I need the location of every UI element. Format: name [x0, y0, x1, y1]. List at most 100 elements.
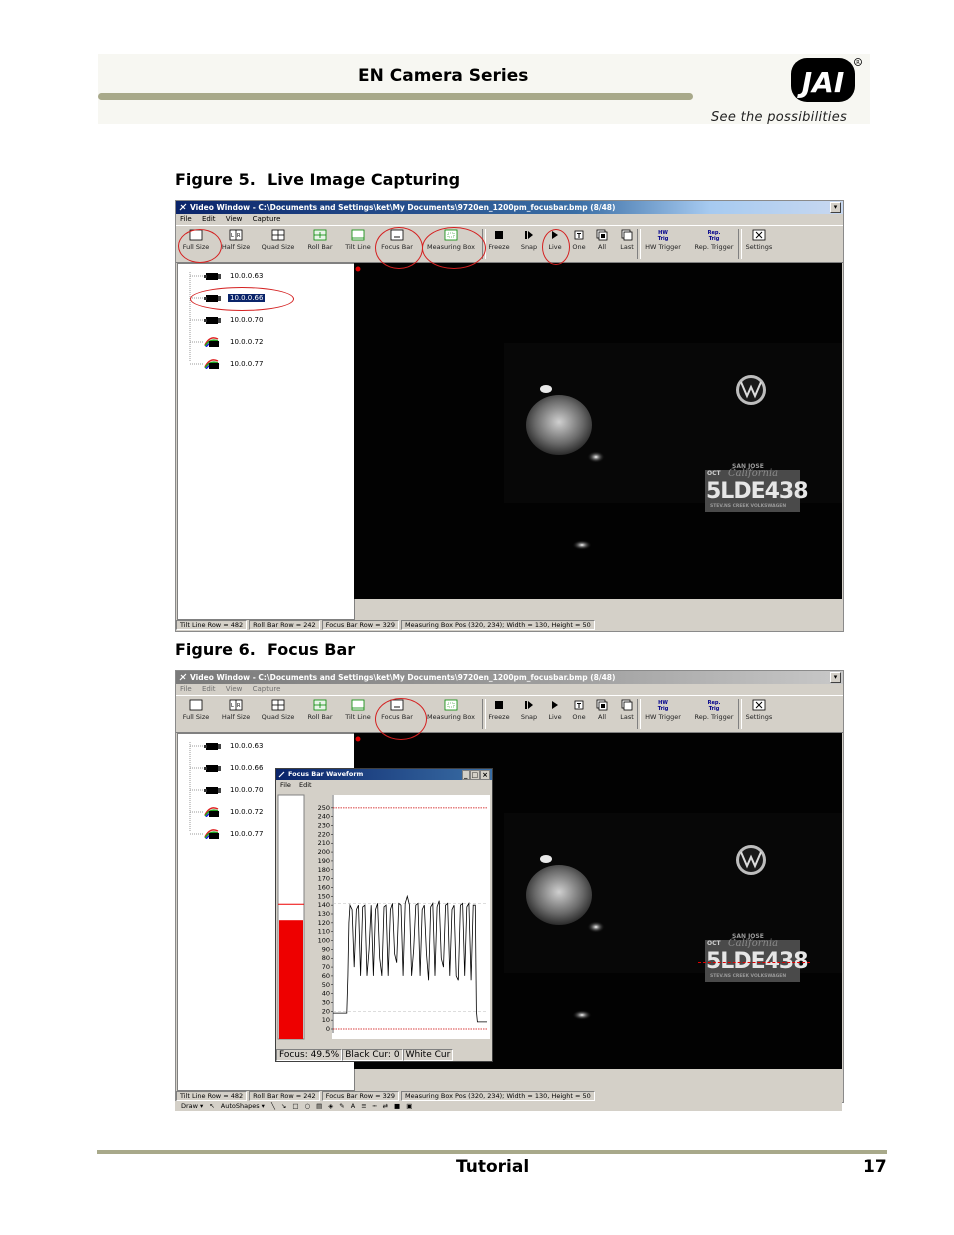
camera-tree-item[interactable]: 10.0.0.70 [204, 313, 265, 327]
tool-label: Rep. Trigger [694, 713, 734, 721]
tool-rep-trigger-button[interactable]: Rep. Trig Rep. Trigger [689, 229, 739, 259]
tool-snap-button[interactable]: Snap [516, 699, 542, 729]
tool-half-size-button[interactable]: L R Half Size [219, 699, 253, 729]
window-menu-button[interactable]: ▾ [830, 672, 841, 683]
autoshapes-menu[interactable]: AutoShapes ▾ [221, 1102, 265, 1110]
highlight-focus-bar [375, 698, 427, 740]
oval-tool-icon[interactable]: ○ [304, 1102, 310, 1110]
highlight-live [542, 229, 570, 265]
tool-live-button[interactable]: Live [544, 699, 566, 729]
camera-tree-item[interactable]: 10.0.0.70 [204, 783, 265, 797]
popup-menu-edit[interactable]: Edit [299, 781, 312, 789]
popup-close-button[interactable]: × [480, 770, 490, 780]
camera-tree-item[interactable]: 10.0.0.77 [204, 827, 265, 841]
tool-label: All [597, 243, 607, 251]
camera-tree-item[interactable]: 10.0.0.63 [204, 269, 265, 283]
tool-settings-button[interactable]: Settings [742, 229, 776, 259]
popup-minimize-button[interactable]: _ [462, 770, 470, 780]
tool-quad-size-button[interactable]: Quad Size [258, 699, 298, 729]
tool-quad-size-button[interactable]: Quad Size [258, 229, 298, 259]
tool-last-button[interactable]: Last [615, 699, 639, 729]
color-camera-icon [204, 829, 220, 839]
arrow-style-icon[interactable]: ⇄ [383, 1102, 388, 1110]
tool-freeze-button[interactable]: Freeze [485, 699, 513, 729]
tool-full-size-button[interactable]: Full Size [178, 699, 214, 729]
dash-style-icon[interactable]: ┅ [373, 1102, 377, 1110]
line-color-icon[interactable]: ✎ [339, 1102, 344, 1110]
plate-number: 5LDE438 [706, 479, 809, 504]
tool-label: Measuring Box [427, 713, 475, 721]
y-tick-label: 190 [318, 857, 330, 865]
menu-edit[interactable]: Edit [202, 215, 216, 223]
tool-tilt-line-button[interactable]: Tilt Line [342, 229, 374, 259]
tool-label: Quad Size [261, 713, 295, 721]
menu-view[interactable]: View [226, 215, 243, 223]
menu-file[interactable]: File [180, 685, 192, 693]
window-menu-button[interactable]: ▾ [830, 202, 841, 213]
tool-one-button[interactable]: One [568, 699, 590, 729]
tool-label: All [597, 713, 607, 721]
tool-roll-bar-button[interactable]: Roll Bar [304, 699, 336, 729]
stop-icon [495, 231, 503, 239]
status-roll-bar: Roll Bar Row = 242 [249, 620, 320, 630]
menu-view[interactable]: View [226, 685, 243, 693]
tool-last-button[interactable]: Last [615, 229, 639, 259]
camera-icon [204, 317, 221, 324]
snap-icon [525, 231, 533, 239]
plate-dealer: STEV.NS CREEK VOLKSWAGEN [710, 974, 787, 979]
camera-tree-item[interactable]: 10.0.0.63 [204, 739, 265, 753]
tool-freeze-button[interactable]: Freeze [485, 229, 513, 259]
hw-trigger-icon: HWTrig [658, 230, 669, 241]
tool-snap-button[interactable]: Snap [516, 229, 542, 259]
quad-size-icon [271, 699, 285, 711]
hw-trigger-icon: HWTrig [658, 700, 669, 711]
y-tick-label: 180 [318, 866, 330, 874]
draw-menu[interactable]: Draw ▾ [181, 1102, 203, 1110]
tool-measuring-box-button[interactable]: Measuring Box [423, 699, 479, 729]
tool-rep-trigger-button[interactable]: Rep. Trig Rep. Trigger [689, 699, 739, 729]
tool-all-button[interactable]: All [592, 699, 612, 729]
popup-maximize-button[interactable]: □ [469, 770, 481, 780]
tool-label: HW Trigger [645, 243, 681, 251]
tool-one-button[interactable]: One [568, 229, 590, 259]
tool-all-button[interactable]: All [592, 229, 612, 259]
tool-tilt-line-button[interactable]: Tilt Line [342, 699, 374, 729]
tool-half-size-button[interactable]: L R Half Size [219, 229, 253, 259]
fill-color-icon[interactable]: ◈ [328, 1102, 333, 1110]
tool-settings-button[interactable]: Settings [742, 699, 776, 729]
rep-trigger-icon: Rep.Trig [708, 230, 721, 241]
menu-capture[interactable]: Capture [253, 685, 281, 693]
video-window-fig6: Video Window - C:\Documents and Settings… [175, 670, 844, 1103]
menu-capture[interactable]: Capture [253, 215, 281, 223]
line-style-icon[interactable]: ≡ [361, 1102, 366, 1110]
play-icon [552, 701, 558, 709]
3d-icon[interactable]: ▣ [406, 1102, 412, 1110]
font-color-icon[interactable]: A [351, 1102, 355, 1110]
view-scroll-area [364, 1070, 842, 1089]
y-tick-label: 160 [318, 883, 330, 891]
menu-edit[interactable]: Edit [202, 685, 216, 693]
tool-hw-trigger-button[interactable]: HW Trig HW Trigger [640, 699, 686, 729]
focus-value: Focus: 49.5% [276, 1049, 343, 1061]
svg-text:L: L [231, 703, 234, 709]
tool-label: Settings [745, 243, 773, 251]
plate-state: California [728, 938, 779, 949]
textbox-tool-icon[interactable]: ▤ [316, 1102, 322, 1110]
tool-hw-trigger-button[interactable]: HW Trig HW Trigger [640, 229, 686, 259]
camera-tree-item[interactable]: 10.0.0.72 [204, 335, 265, 349]
rectangle-tool-icon[interactable]: □ [292, 1102, 298, 1110]
arrow-tool-icon[interactable]: ↘ [281, 1102, 286, 1110]
y-tick-label: 50 [322, 981, 330, 989]
camera-tree-item[interactable]: 10.0.0.66 [204, 761, 265, 775]
menu-file[interactable]: File [180, 215, 192, 223]
line-tool-icon[interactable]: ╲ [271, 1102, 275, 1110]
figure5-caption: Figure 5. Live Image Capturing [175, 170, 460, 189]
camera-tree-item[interactable]: 10.0.0.77 [204, 357, 265, 371]
shadow-icon[interactable]: ■ [394, 1102, 400, 1110]
camera-tree-item[interactable]: 10.0.0.72 [204, 805, 265, 819]
tool-roll-bar-button[interactable]: Roll Bar [304, 229, 336, 259]
footer-rule [97, 1150, 887, 1154]
popup-menu-file[interactable]: File [280, 781, 291, 789]
select-arrow-icon[interactable]: ↖ [209, 1102, 214, 1110]
highlight-selected-camera [190, 287, 294, 311]
